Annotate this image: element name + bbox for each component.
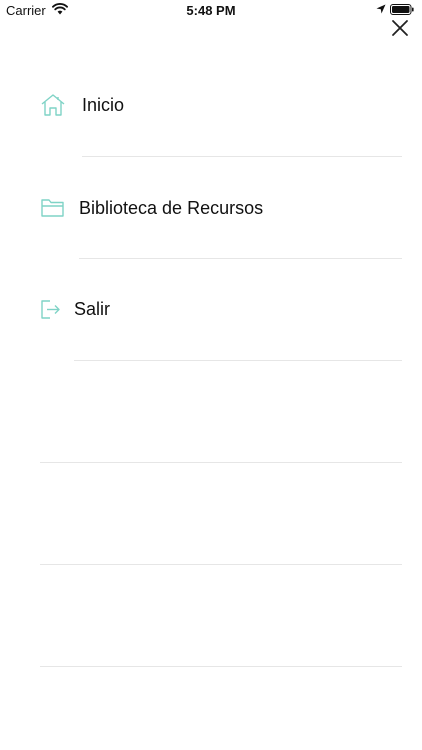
location-arrow-icon [376, 4, 386, 14]
menu-item-label: Salir [74, 299, 111, 319]
menu-item-inicio[interactable]: Inicio [40, 55, 402, 157]
divider [40, 666, 402, 667]
empty-list-row [40, 565, 402, 667]
menu-item-label: Biblioteca de Recursos [79, 198, 264, 218]
empty-list-row [40, 361, 402, 463]
status-time: 5:48 PM [186, 3, 236, 18]
logout-icon [41, 300, 60, 319]
menu-item-label: Inicio [82, 95, 125, 115]
menu-item-biblioteca[interactable]: Biblioteca de Recursos [40, 157, 402, 259]
empty-list-row [40, 463, 402, 565]
home-icon [41, 94, 65, 116]
close-icon[interactable] [390, 18, 410, 38]
status-bar: Carrier 5:48 PM [0, 0, 422, 22]
battery-icon [390, 4, 414, 15]
folder-icon [41, 199, 64, 217]
menu-item-salir[interactable]: Salir [40, 259, 402, 361]
